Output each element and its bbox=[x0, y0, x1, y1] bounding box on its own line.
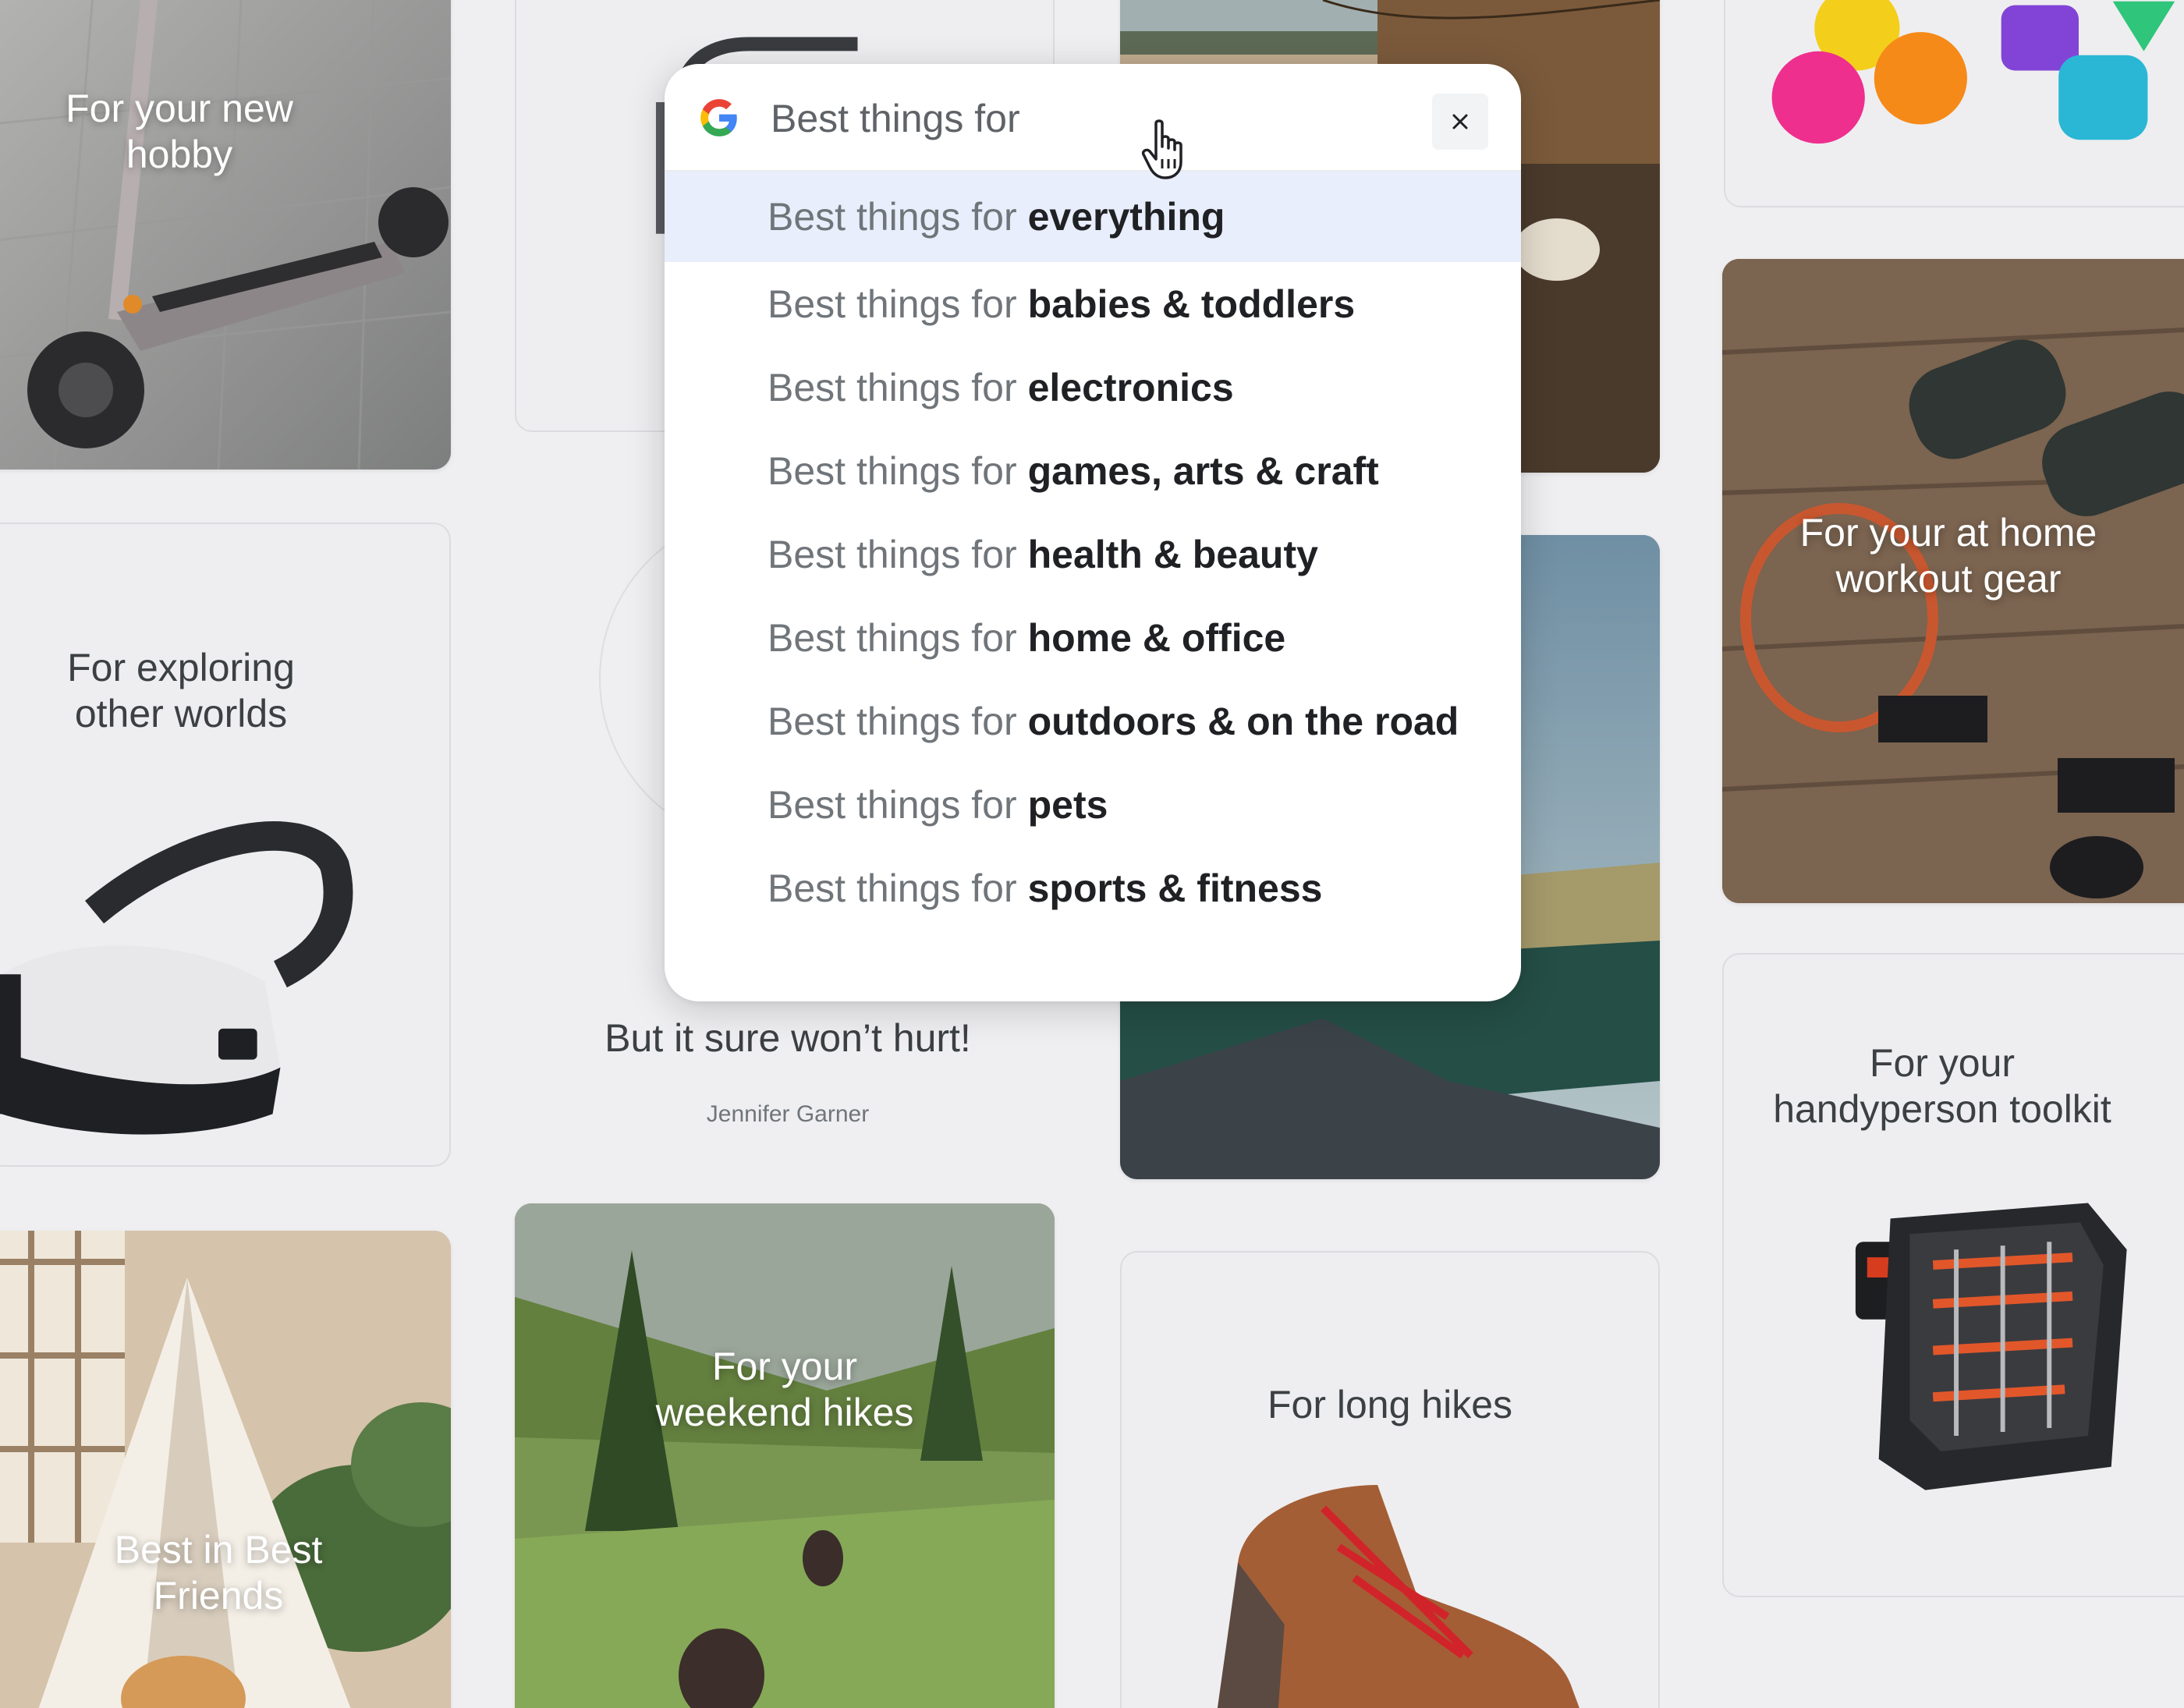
suggestion-prefix: Best things for bbox=[768, 195, 1017, 239]
search-bar bbox=[665, 64, 1521, 179]
tile-long-hikes[interactable]: For long hikes bbox=[1120, 1251, 1660, 1708]
suggestion-item-sports-fitness[interactable]: Best things for sports & fitness bbox=[665, 846, 1521, 930]
suggestion-list: Best things for everything Best things fo… bbox=[665, 172, 1521, 930]
suggestion-prefix: Best things for bbox=[768, 866, 1017, 910]
suggestion-item-games-arts-craft[interactable]: Best things for games, arts & craft bbox=[665, 429, 1521, 512]
scooter-image bbox=[0, 0, 451, 470]
tile-handyperson[interactable]: For your handyperson toolkit bbox=[1722, 953, 2184, 1597]
suggestion-prefix: Best things for bbox=[768, 532, 1017, 576]
suggestion-item-outdoors-road[interactable]: Best things for outdoors & on the road bbox=[665, 679, 1521, 763]
tile-best-friends[interactable]: Best in Best Friends bbox=[0, 1231, 451, 1708]
tile-weekend-hikes[interactable]: For your weekend hikes bbox=[515, 1203, 1055, 1708]
suggestion-prefix: Best things for bbox=[768, 615, 1017, 660]
suggestion-prefix: Best things for bbox=[768, 699, 1017, 743]
suggestion-term: babies & toddlers bbox=[1027, 282, 1356, 326]
hiking-boot-image bbox=[1217, 1485, 1580, 1708]
search-popup: Best things foreverything Best things fo… bbox=[665, 64, 1521, 1001]
tile-toys[interactable] bbox=[1724, 0, 2184, 207]
suggestion-term: home & office bbox=[1027, 615, 1286, 660]
suggestion-item-everything[interactable]: Best things for everything bbox=[665, 172, 1521, 262]
suggestion-term: games, arts & craft bbox=[1027, 448, 1379, 493]
suggestion-prefix: Best things for bbox=[768, 448, 1017, 493]
suggestion-item-home-office[interactable]: Best things for home & office bbox=[665, 596, 1521, 679]
dog-tent-image bbox=[0, 1231, 451, 1708]
tile-title: For your weekend hikes bbox=[655, 1345, 914, 1434]
close-button[interactable] bbox=[1432, 94, 1488, 150]
toys-image bbox=[1771, 0, 2175, 144]
suggestion-term: pets bbox=[1027, 782, 1108, 827]
suggestion-term: everything bbox=[1027, 195, 1225, 239]
close-icon bbox=[1452, 114, 1468, 129]
tile-title: Best in Best Friends bbox=[114, 1528, 323, 1618]
quote-author: Jennifer Garner bbox=[706, 1101, 870, 1127]
tile-new-hobby[interactable]: For your new hobby bbox=[0, 0, 451, 470]
hikers-image bbox=[515, 1203, 1055, 1708]
vr-headset-image bbox=[0, 821, 353, 1135]
hand-cursor-icon bbox=[1141, 119, 1182, 179]
tile-title: For your new hobby bbox=[66, 87, 293, 176]
suggestion-prefix: Best things for bbox=[768, 365, 1017, 409]
tile-workout[interactable]: For your at home workout gear bbox=[1722, 259, 2184, 903]
toolkit-image bbox=[1855, 1203, 2127, 1490]
search-input[interactable] bbox=[771, 87, 1301, 150]
suggestion-term: sports & fitness bbox=[1027, 866, 1323, 910]
suggestion-term: electronics bbox=[1027, 365, 1234, 409]
suggestion-item-electronics[interactable]: Best things for electronics bbox=[665, 345, 1521, 429]
suggestion-item-pets[interactable]: Best things for pets bbox=[665, 763, 1521, 846]
suggestion-item-health-beauty[interactable]: Best things for health & beauty bbox=[665, 512, 1521, 596]
tile-exploring[interactable]: For exploring other worlds bbox=[0, 523, 451, 1167]
suggestion-prefix: Best things for bbox=[768, 782, 1017, 827]
suggestion-prefix: Best things for bbox=[768, 282, 1017, 326]
google-logo-icon bbox=[700, 99, 737, 136]
suggestion-term: health & beauty bbox=[1027, 532, 1318, 576]
suggestion-item-babies-toddlers[interactable]: Best things for babies & toddlers bbox=[665, 262, 1521, 345]
suggestion-term: outdoors & on the road bbox=[1027, 699, 1459, 743]
tile-title: For your at home workout gear bbox=[1799, 511, 2097, 601]
